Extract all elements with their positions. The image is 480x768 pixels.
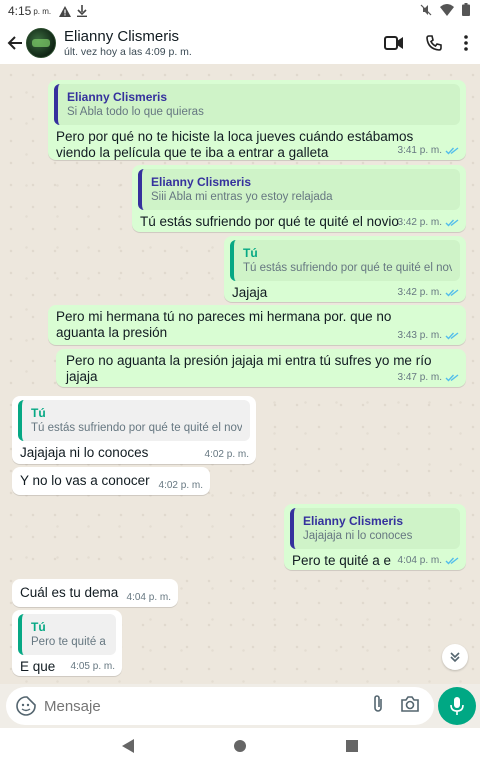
quoted-sender: Tú [31, 406, 46, 420]
last-seen: últ. vez hoy a las 4:09 p. m. [64, 45, 192, 58]
quoted-message[interactable]: Elianny Clismeris Jajajaja ni lo conoces [290, 508, 460, 549]
message-time: 3:41 p. m. [397, 145, 442, 156]
read-ticks-icon [445, 218, 459, 227]
chat-area[interactable]: Elianny Clismeris Si Abla todo lo que qu… [0, 64, 480, 684]
message-time: 3:42 p. m. [397, 287, 442, 298]
camera-button[interactable] [400, 695, 420, 717]
message-outgoing[interactable]: Pero no aguanta la presión jajaja mi ent… [56, 349, 466, 387]
message-outgoing[interactable]: Elianny Clismeris Jajajaja ni lo conoces… [284, 504, 466, 570]
message-input-wrapper[interactable] [6, 687, 434, 725]
message-incoming[interactable]: Cuál es tu dema 4:04 p. m. [12, 579, 178, 607]
voice-record-button[interactable] [438, 687, 476, 725]
message-incoming[interactable]: Tú Pero te quité a e E que 4:05 p. m. [12, 610, 122, 676]
sticker-smiley-icon [16, 696, 36, 716]
video-call-button[interactable] [384, 36, 404, 50]
read-ticks-icon [445, 331, 459, 340]
read-ticks-icon [445, 288, 459, 297]
message-outgoing[interactable]: Pero mi hermana tú no pareces mi hermana… [48, 305, 466, 345]
contact-name: Elianny Clismeris [64, 27, 180, 45]
composer-bar [0, 684, 480, 728]
download-icon [77, 5, 88, 17]
quoted-sender: Elianny Clismeris [151, 175, 252, 189]
quoted-message[interactable]: Tú Tú estás sufriendo por qué te quité e… [18, 400, 250, 441]
nav-home-button[interactable] [234, 739, 246, 757]
avatar[interactable] [26, 28, 56, 58]
message-input[interactable] [44, 697, 372, 715]
message-outgoing[interactable]: Elianny Clismeris Siii Abla mi entras yo… [132, 165, 466, 232]
nav-back-button[interactable] [122, 738, 134, 758]
quoted-text: Pero te quité a e [31, 636, 108, 648]
quoted-message[interactable]: Tú Pero te quité a e [18, 614, 116, 655]
quoted-sender: Tú [31, 620, 46, 634]
nav-recents-button[interactable] [346, 739, 358, 757]
scroll-to-bottom-button[interactable] [442, 644, 468, 670]
double-chevron-down-icon [450, 652, 460, 663]
read-ticks-icon [445, 556, 459, 565]
quoted-text: Si Abla todo lo que quieras [67, 106, 204, 118]
video-camera-icon [384, 36, 403, 50]
quoted-sender: Elianny Clismeris [303, 514, 404, 528]
quoted-message[interactable]: Elianny Clismeris Si Abla todo lo que qu… [54, 84, 460, 125]
message-time: 4:05 p. m. [70, 661, 115, 672]
quoted-text: Siii Abla mi entras yo estoy relajada [151, 191, 333, 203]
camera-icon [401, 695, 419, 712]
message-time: 4:04 p. m. [397, 555, 442, 566]
chat-header: Elianny Clismeris últ. vez hoy a las 4:0… [0, 22, 480, 64]
wifi-icon [440, 3, 454, 16]
status-time: 4:15 [8, 4, 32, 18]
back-arrow-icon [7, 36, 22, 50]
status-bar: 4:15 p. m. [0, 0, 480, 22]
contact-info[interactable]: Elianny Clismeris últ. vez hoy a las 4:0… [64, 28, 384, 59]
message-time: 3:42 p. m. [397, 217, 442, 228]
attach-button[interactable] [372, 694, 384, 719]
message-outgoing[interactable]: Elianny Clismeris Si Abla todo lo que qu… [48, 80, 466, 160]
quoted-text: Tú estás sufriendo por qué te quité el n… [31, 422, 242, 434]
message-incoming[interactable]: Tú Tú estás sufriendo por qué te quité e… [12, 396, 256, 464]
back-button[interactable] [4, 22, 26, 64]
read-ticks-icon [445, 373, 459, 382]
phone-icon [426, 35, 442, 51]
quoted-sender: Tú [243, 246, 258, 260]
message-time: 4:04 p. m. [126, 592, 171, 603]
more-vertical-icon [464, 35, 468, 51]
quoted-message[interactable]: Tú Tú estás sufriendo por qué te quité e… [230, 240, 460, 281]
warning-icon [59, 5, 72, 17]
read-ticks-icon [445, 146, 459, 155]
quoted-text: Jajajaja ni lo conoces [303, 530, 413, 542]
emoji-sticker-button[interactable] [14, 694, 38, 718]
circle-home-icon [234, 740, 246, 752]
triangle-back-icon [122, 738, 134, 753]
message-time: 4:02 p. m. [158, 480, 203, 491]
mute-icon [420, 4, 432, 15]
quoted-sender: Elianny Clismeris [67, 90, 168, 104]
system-navigation-bar [0, 728, 480, 768]
square-recents-icon [346, 740, 358, 752]
microphone-icon [450, 697, 464, 715]
quoted-text: Tú estás sufriendo por qué te quité el n… [243, 262, 452, 274]
message-incoming[interactable]: Y no lo vas a conocer 4:02 p. m. [12, 467, 210, 495]
message-time: 3:47 p. m. [397, 372, 442, 383]
battery-icon [462, 3, 470, 16]
more-options-button[interactable] [464, 35, 468, 51]
message-time: 4:02 p. m. [204, 449, 249, 460]
quoted-message[interactable]: Elianny Clismeris Siii Abla mi entras yo… [138, 169, 460, 210]
message-time: 3:43 p. m. [397, 330, 442, 341]
voice-call-button[interactable] [426, 35, 442, 51]
status-ampm: p. m. [33, 6, 52, 16]
message-outgoing[interactable]: Tú Tú estás sufriendo por qué te quité e… [224, 236, 466, 302]
paperclip-icon [374, 694, 382, 712]
